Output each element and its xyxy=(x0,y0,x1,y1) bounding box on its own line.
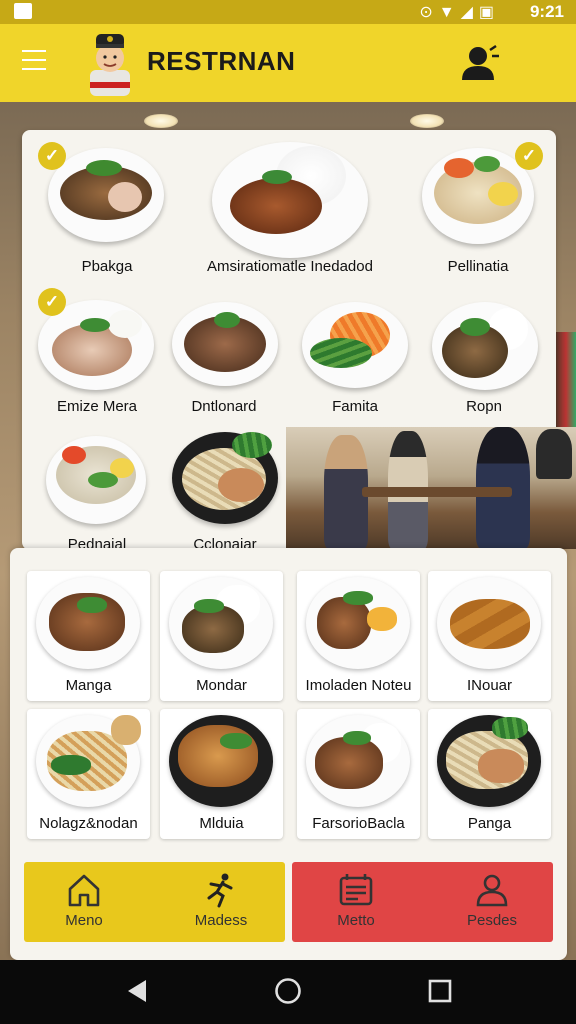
menu-board-icon xyxy=(339,874,373,906)
check-icon[interactable]: ✓ xyxy=(38,142,66,170)
nav-label: Metto xyxy=(337,912,375,929)
nav-label: Madess xyxy=(194,912,248,929)
check-icon[interactable]: ✓ xyxy=(515,142,543,170)
tile-label: Nolagz&nodan xyxy=(39,815,138,832)
tile-label: Imoladen Noteu xyxy=(305,677,412,694)
featured-dish[interactable]: Pbakga xyxy=(46,146,168,280)
person-icon xyxy=(476,874,508,907)
hamburger-menu-icon[interactable] xyxy=(22,50,46,72)
menu-tile[interactable]: INouar xyxy=(428,571,551,701)
dish-label: Amsiratiomatle Inedadod xyxy=(207,258,373,275)
menu-tile[interactable]: Imoladen Noteu xyxy=(297,571,420,701)
tile-label: Mondar xyxy=(196,677,247,694)
running-person-icon xyxy=(207,873,233,908)
dish-label: Pbakga xyxy=(81,258,133,275)
nav-home-button[interactable]: Meno xyxy=(24,862,144,942)
featured-dish[interactable]: Dntlonard xyxy=(164,298,284,418)
back-icon[interactable] xyxy=(126,978,148,1004)
status-icons: ⊙▼◢▣ xyxy=(419,4,500,21)
dish-label: Dntlonard xyxy=(191,398,257,415)
profile-icon[interactable] xyxy=(460,44,502,82)
featured-dish[interactable]: Cclonaiar xyxy=(168,428,282,554)
system-navigation-bar xyxy=(0,960,576,1024)
menu-tile[interactable]: Panga xyxy=(428,709,551,839)
tile-label: INouar xyxy=(466,677,513,694)
menu-tile[interactable]: FarsorioBacla xyxy=(297,709,420,839)
app-title: RESTRNAN xyxy=(147,46,296,76)
featured-dish[interactable]: Pednaial xyxy=(42,432,152,554)
notification-icon xyxy=(14,3,32,19)
dish-label: Emize Mera xyxy=(56,398,138,415)
featured-dish[interactable]: Emize Mera xyxy=(36,298,158,418)
home-icon xyxy=(68,874,100,907)
dish-label: Famita xyxy=(332,398,378,415)
home-circle-icon[interactable] xyxy=(274,977,302,1005)
check-icon[interactable]: ✓ xyxy=(38,288,66,316)
tile-label: Panga xyxy=(467,815,512,832)
tile-label: FarsorioBacla xyxy=(312,815,405,832)
status-time: 9:21 xyxy=(529,2,564,21)
status-bar: ⊙▼◢▣ 9:21 xyxy=(0,0,576,24)
nav-profile-button[interactable]: Pesdes xyxy=(430,862,554,942)
recent-apps-icon[interactable] xyxy=(428,979,452,1003)
menu-tile[interactable]: Mondar xyxy=(160,571,283,701)
menu-tile[interactable]: Mlduia xyxy=(160,709,283,839)
menu-tile[interactable]: Manga xyxy=(27,571,150,701)
featured-dish[interactable]: Amsiratiomatle Inedadod xyxy=(190,140,390,280)
nav-label: Pesdes xyxy=(466,912,518,929)
nav-label: Meno xyxy=(65,912,103,929)
tile-label: Manga xyxy=(65,677,112,694)
featured-dish[interactable]: Famita xyxy=(296,298,414,418)
nav-metto-button[interactable]: Metto xyxy=(292,862,420,942)
app-bar: RESTRNAN xyxy=(0,24,576,102)
restaurant-photo xyxy=(286,427,576,549)
tile-label: Mlduia xyxy=(199,815,244,832)
dish-label: Ropn xyxy=(466,398,502,415)
dish-label: Pellinatia xyxy=(447,258,509,275)
nav-madess-button[interactable]: Madess xyxy=(160,862,282,942)
chef-logo-icon xyxy=(90,34,130,96)
menu-tile[interactable]: Nolagz&nodan xyxy=(27,709,150,839)
featured-dish[interactable]: Ropn xyxy=(426,298,542,418)
